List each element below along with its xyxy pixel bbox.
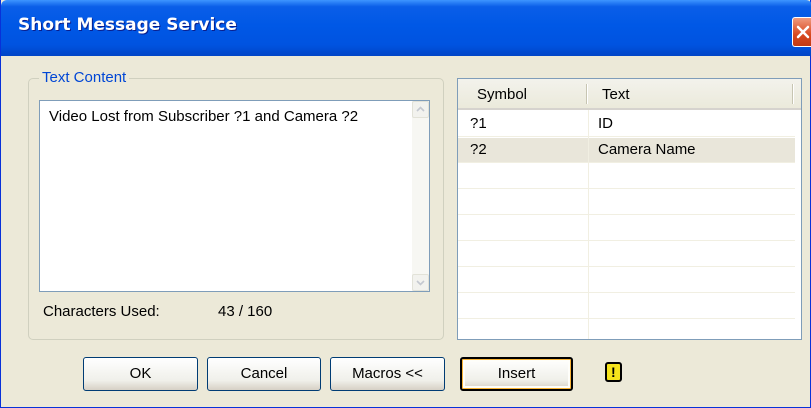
characters-used-label: Characters Used: xyxy=(43,303,160,320)
table-row-empty xyxy=(458,216,795,241)
vertical-scrollbar[interactable] xyxy=(412,101,429,291)
column-header-symbol[interactable]: Symbol xyxy=(477,86,527,103)
table-header: Symbol Text xyxy=(458,79,801,110)
macros-button[interactable]: Macros << xyxy=(330,357,445,391)
cell-text: ID xyxy=(598,115,613,132)
table-row-empty xyxy=(458,268,795,293)
message-textarea[interactable]: Video Lost from Subscriber ?1 and Camera… xyxy=(39,100,430,292)
macros-table[interactable]: Symbol Text ?1 ID ?2 Camera Name xyxy=(457,78,802,340)
cell-symbol: ?2 xyxy=(470,141,487,158)
warning-icon: ! xyxy=(605,362,622,382)
ok-button[interactable]: OK xyxy=(83,357,198,391)
table-row-empty xyxy=(458,190,795,215)
table-row[interactable]: ?1 ID xyxy=(458,112,795,137)
column-gridline xyxy=(588,110,589,339)
window-title: Short Message Service xyxy=(18,15,237,35)
column-header-text[interactable]: Text xyxy=(602,86,630,103)
message-text: Video Lost from Subscriber ?1 and Camera… xyxy=(49,108,359,125)
chevron-up-icon xyxy=(416,106,425,112)
cell-symbol: ?1 xyxy=(470,115,487,132)
column-divider[interactable] xyxy=(586,84,587,104)
sms-dialog: Short Message Service Text Content Video… xyxy=(0,0,811,408)
close-icon xyxy=(796,25,810,39)
cell-text: Camera Name xyxy=(598,141,696,158)
table-row-empty xyxy=(458,164,795,189)
scroll-up-button[interactable] xyxy=(412,101,429,118)
close-button[interactable] xyxy=(792,17,811,47)
cancel-button[interactable]: Cancel xyxy=(207,357,321,391)
text-content-group: Text Content Video Lost from Subscriber … xyxy=(28,69,444,340)
column-divider[interactable] xyxy=(792,84,793,104)
scroll-down-button[interactable] xyxy=(412,274,429,291)
characters-used-value: 43 / 160 xyxy=(218,303,273,320)
chevron-down-icon xyxy=(416,280,425,286)
title-bar[interactable]: Short Message Service xyxy=(1,0,811,56)
table-row-empty xyxy=(458,294,795,319)
table-row[interactable]: ?2 Camera Name xyxy=(458,138,795,163)
table-row-empty xyxy=(458,242,795,267)
insert-button[interactable]: Insert xyxy=(460,357,573,391)
text-content-legend: Text Content xyxy=(39,69,130,86)
